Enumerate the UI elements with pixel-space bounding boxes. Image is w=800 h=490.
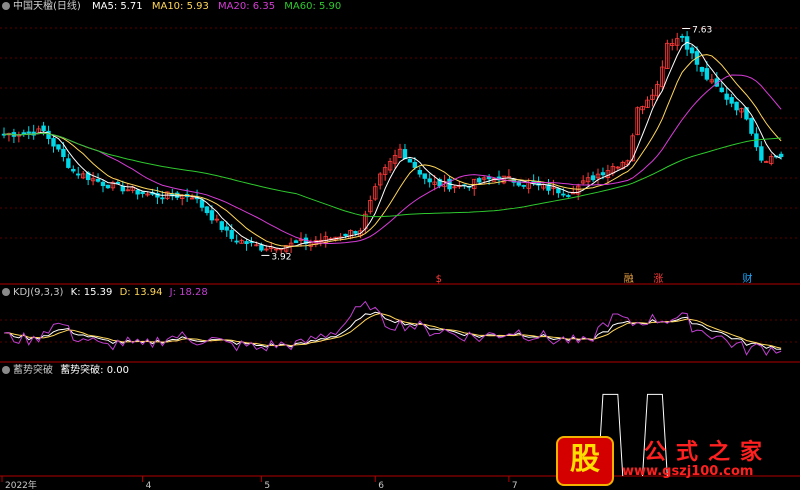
candle-body [724, 93, 729, 100]
kdj-panel-header: KDJ(9,3,3) K: 15.39 D: 13.94 J: 18.28 [2, 287, 208, 299]
chart-canvas: 7.63 3.92 $ 融 涨 财 2022年 4 5 6 7 [0, 26, 800, 490]
candle-body [234, 240, 239, 243]
kdj-k-label: K: 15.39 [70, 287, 113, 298]
candle-body [21, 132, 26, 135]
x-tick-label: 4 [146, 481, 152, 490]
candle-body [209, 210, 215, 221]
watermark: 股 公式之家 www.gszj100.com [552, 434, 800, 486]
candle-body [590, 175, 596, 181]
candle-body [229, 230, 234, 239]
event-marker: $ [436, 274, 442, 285]
event-marker: 财 [743, 272, 753, 285]
x-tick-label: 2022年 [5, 479, 37, 490]
candle-body [734, 101, 739, 111]
ma20-label: MA20: 6.35 [218, 1, 276, 12]
candle-body [199, 199, 205, 208]
watermark-url: www.gszj100.com [622, 464, 754, 479]
ma60-label: MA60: 5.90 [284, 1, 342, 12]
main-panel-header: 中国天楹(日线) MA5: 5.71 MA10: 5.93 MA20: 6.35… [2, 1, 341, 13]
candle-body [51, 138, 56, 147]
candle-body [699, 66, 705, 72]
candle-body [41, 125, 46, 132]
candle-body [115, 182, 121, 184]
candle-body [417, 169, 422, 175]
candle-body [100, 181, 106, 187]
candle-body [259, 244, 264, 251]
candle-body [729, 97, 734, 104]
ma20-line [3, 74, 782, 244]
candle-body [566, 195, 571, 197]
candle-body [343, 233, 348, 237]
candle-body [105, 184, 111, 189]
candle-body [778, 153, 784, 158]
candle-body [353, 231, 358, 234]
candle-body [293, 240, 299, 243]
candle-body [95, 178, 101, 182]
panel-toggle-icon[interactable] [2, 288, 10, 296]
event-marker: 融 [624, 273, 634, 285]
indicator-panel-header: 蓄势突破 蓄势突破: 0.00 [2, 365, 129, 377]
candle-body [689, 47, 695, 54]
indicator-title: 蓄势突破 [13, 365, 53, 376]
price-annotation: 3.92 [271, 252, 291, 262]
x-tick-label: 7 [512, 481, 518, 490]
watermark-name: 公式之家 [644, 440, 773, 465]
event-marker: 涨 [653, 273, 663, 285]
candle-body [521, 184, 526, 187]
kdj-j-label: J: 18.28 [169, 287, 208, 298]
candle-body [561, 193, 566, 196]
candle-body [422, 173, 427, 179]
candle-body [759, 146, 764, 161]
candle-body [120, 185, 125, 192]
candle-body [719, 87, 724, 93]
candle-body [244, 241, 249, 245]
candle-body [704, 68, 710, 80]
candle-body [160, 197, 165, 200]
x-tick-label: 5 [264, 481, 270, 490]
candle-body [219, 221, 224, 230]
candle-body [402, 149, 408, 160]
ma10-label: MA10: 5.93 [151, 1, 209, 12]
candle-body [140, 191, 145, 195]
candle-body [679, 35, 685, 38]
candle-body [486, 176, 492, 180]
candle-body [26, 131, 31, 134]
kdj-title: KDJ(9,3,3) [13, 287, 64, 298]
candle-body [224, 226, 229, 231]
stock-chart-window: 7.63 3.92 $ 融 涨 财 2022年 4 5 6 7 中国天楹(日线) MA5: 5.7… [0, 0, 800, 490]
candle-body [71, 168, 76, 172]
kdj-d-label: D: 13.94 [119, 287, 163, 298]
candle-body [476, 178, 482, 183]
candle-body [135, 189, 140, 195]
candle-body [204, 206, 210, 214]
stock-title: 中国天楹(日线) [13, 1, 81, 12]
ma5-label: MA5: 5.71 [92, 1, 143, 12]
candle-body [427, 178, 432, 183]
candle-body [749, 117, 754, 134]
candle-body [556, 188, 561, 194]
x-tick-label: 6 [378, 481, 384, 490]
indicator-value-label: 蓄势突破: 0.00 [60, 365, 130, 376]
candle-body [66, 158, 71, 168]
watermark-logo: 股 [556, 436, 614, 486]
candle-body [56, 144, 61, 150]
price-annotation: 7.63 [692, 26, 712, 36]
kdj_j-line [3, 300, 782, 357]
candle-body [407, 158, 413, 163]
candle-body [61, 148, 66, 158]
candle-body [412, 162, 418, 168]
candle-body [76, 173, 81, 176]
panel-toggle-icon[interactable] [2, 366, 10, 374]
candle-body [600, 172, 606, 176]
panel-toggle-icon[interactable] [2, 2, 10, 10]
ma10-line [3, 54, 782, 247]
